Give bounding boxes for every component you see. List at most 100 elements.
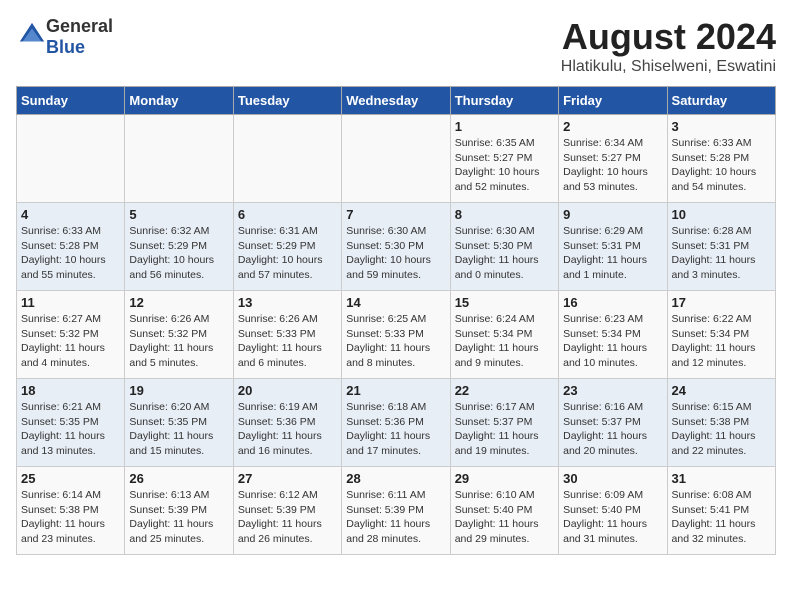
calendar-cell: 11 Sunrise: 6:27 AM Sunset: 5:32 PM Dayli…: [17, 291, 125, 379]
calendar-cell: 28 Sunrise: 6:11 AM Sunset: 5:39 PM Dayli…: [342, 467, 450, 555]
calendar-cell: 26 Sunrise: 6:13 AM Sunset: 5:39 PM Dayli…: [125, 467, 233, 555]
calendar-cell: 9 Sunrise: 6:29 AM Sunset: 5:31 PM Daylig…: [559, 203, 667, 291]
day-number: 10: [672, 207, 771, 222]
cell-info: Sunrise: 6:28 AM Sunset: 5:31 PM Dayligh…: [672, 224, 771, 283]
calendar-cell: 31 Sunrise: 6:08 AM Sunset: 5:41 PM Dayli…: [667, 467, 775, 555]
logo-icon: [18, 21, 46, 49]
weekday-header-friday: Friday: [559, 87, 667, 115]
day-number: 18: [21, 383, 120, 398]
cell-info: Sunrise: 6:15 AM Sunset: 5:38 PM Dayligh…: [672, 400, 771, 459]
cell-info: Sunrise: 6:14 AM Sunset: 5:38 PM Dayligh…: [21, 488, 120, 547]
logo: General Blue: [16, 16, 113, 58]
calendar-cell: 21 Sunrise: 6:18 AM Sunset: 5:36 PM Dayli…: [342, 379, 450, 467]
cell-info: Sunrise: 6:08 AM Sunset: 5:41 PM Dayligh…: [672, 488, 771, 547]
cell-info: Sunrise: 6:32 AM Sunset: 5:29 PM Dayligh…: [129, 224, 228, 283]
calendar-cell: 18 Sunrise: 6:21 AM Sunset: 5:35 PM Dayli…: [17, 379, 125, 467]
calendar-cell: [125, 115, 233, 203]
calendar-cell: 10 Sunrise: 6:28 AM Sunset: 5:31 PM Dayli…: [667, 203, 775, 291]
weekday-header-sunday: Sunday: [17, 87, 125, 115]
calendar-cell: 19Sunrise: 6:20 AM Sunset: 5:35 PM Dayli…: [125, 379, 233, 467]
calendar-cell: 13Sunrise: 6:26 AM Sunset: 5:33 PM Dayli…: [233, 291, 341, 379]
day-number: 9: [563, 207, 662, 222]
calendar-cell: 25 Sunrise: 6:14 AM Sunset: 5:38 PM Dayli…: [17, 467, 125, 555]
cell-info: Sunrise: 6:35 AM Sunset: 5:27 PM Dayligh…: [455, 136, 554, 195]
day-number: 15: [455, 295, 554, 310]
day-number: 6: [238, 207, 337, 222]
calendar-cell: 24 Sunrise: 6:15 AM Sunset: 5:38 PM Dayli…: [667, 379, 775, 467]
cell-info: Sunrise: 6:23 AM Sunset: 5:34 PM Dayligh…: [563, 312, 662, 371]
logo-general-text: General: [46, 16, 113, 36]
day-number: 20: [238, 383, 337, 398]
day-number: 4: [21, 207, 120, 222]
calendar-cell: [342, 115, 450, 203]
cell-info: Sunrise: 6:12 AM Sunset: 5:39 PM Dayligh…: [238, 488, 337, 547]
day-number: 8: [455, 207, 554, 222]
calendar-week-row: 4 Sunrise: 6:33 AM Sunset: 5:28 PM Daylig…: [17, 203, 776, 291]
day-number: 23: [563, 383, 662, 398]
calendar-cell: 1 Sunrise: 6:35 AM Sunset: 5:27 PM Daylig…: [450, 115, 558, 203]
day-number: 17: [672, 295, 771, 310]
calendar-cell: 20 Sunrise: 6:19 AM Sunset: 5:36 PM Dayli…: [233, 379, 341, 467]
day-number: 11: [21, 295, 120, 310]
calendar-cell: 23Sunrise: 6:16 AM Sunset: 5:37 PM Dayli…: [559, 379, 667, 467]
cell-info: Sunrise: 6:18 AM Sunset: 5:36 PM Dayligh…: [346, 400, 445, 459]
calendar-cell: 6 Sunrise: 6:31 AM Sunset: 5:29 PM Daylig…: [233, 203, 341, 291]
cell-info: Sunrise: 6:20 AM Sunset: 5:35 PM Dayligh…: [129, 400, 228, 459]
calendar-week-row: 11 Sunrise: 6:27 AM Sunset: 5:32 PM Dayli…: [17, 291, 776, 379]
cell-info: Sunrise: 6:31 AM Sunset: 5:29 PM Dayligh…: [238, 224, 337, 283]
day-number: 31: [672, 471, 771, 486]
day-number: 28: [346, 471, 445, 486]
calendar-cell: 29Sunrise: 6:10 AM Sunset: 5:40 PM Dayli…: [450, 467, 558, 555]
calendar-cell: 2Sunrise: 6:34 AM Sunset: 5:27 PM Daylig…: [559, 115, 667, 203]
calendar-week-row: 25 Sunrise: 6:14 AM Sunset: 5:38 PM Dayli…: [17, 467, 776, 555]
calendar-cell: [17, 115, 125, 203]
day-number: 27: [238, 471, 337, 486]
calendar-cell: [233, 115, 341, 203]
calendar-cell: 8Sunrise: 6:30 AM Sunset: 5:30 PM Daylig…: [450, 203, 558, 291]
cell-info: Sunrise: 6:13 AM Sunset: 5:39 PM Dayligh…: [129, 488, 228, 547]
day-number: 5: [129, 207, 228, 222]
cell-info: Sunrise: 6:34 AM Sunset: 5:27 PM Dayligh…: [563, 136, 662, 195]
calendar-cell: 15 Sunrise: 6:24 AM Sunset: 5:34 PM Dayli…: [450, 291, 558, 379]
weekday-header-row: SundayMondayTuesdayWednesdayThursdayFrid…: [17, 87, 776, 115]
calendar-cell: 5 Sunrise: 6:32 AM Sunset: 5:29 PM Daylig…: [125, 203, 233, 291]
day-number: 24: [672, 383, 771, 398]
calendar-cell: 14Sunrise: 6:25 AM Sunset: 5:33 PM Dayli…: [342, 291, 450, 379]
calendar-cell: 12Sunrise: 6:26 AM Sunset: 5:32 PM Dayli…: [125, 291, 233, 379]
calendar-table: SundayMondayTuesdayWednesdayThursdayFrid…: [16, 86, 776, 555]
calendar-cell: 16 Sunrise: 6:23 AM Sunset: 5:34 PM Dayli…: [559, 291, 667, 379]
calendar-cell: 3Sunrise: 6:33 AM Sunset: 5:28 PM Daylig…: [667, 115, 775, 203]
weekday-header-tuesday: Tuesday: [233, 87, 341, 115]
day-number: 13: [238, 295, 337, 310]
cell-info: Sunrise: 6:19 AM Sunset: 5:36 PM Dayligh…: [238, 400, 337, 459]
page-header: General Blue August 2024 Hlatikulu, Shis…: [16, 16, 776, 76]
day-number: 26: [129, 471, 228, 486]
day-number: 14: [346, 295, 445, 310]
title-block: August 2024 Hlatikulu, Shiselweni, Eswat…: [561, 16, 776, 76]
day-number: 1: [455, 119, 554, 134]
calendar-week-row: 1 Sunrise: 6:35 AM Sunset: 5:27 PM Daylig…: [17, 115, 776, 203]
cell-info: Sunrise: 6:22 AM Sunset: 5:34 PM Dayligh…: [672, 312, 771, 371]
cell-info: Sunrise: 6:29 AM Sunset: 5:31 PM Dayligh…: [563, 224, 662, 283]
cell-info: Sunrise: 6:21 AM Sunset: 5:35 PM Dayligh…: [21, 400, 120, 459]
day-number: 16: [563, 295, 662, 310]
cell-info: Sunrise: 6:24 AM Sunset: 5:34 PM Dayligh…: [455, 312, 554, 371]
weekday-header-saturday: Saturday: [667, 87, 775, 115]
cell-info: Sunrise: 6:09 AM Sunset: 5:40 PM Dayligh…: [563, 488, 662, 547]
cell-info: Sunrise: 6:17 AM Sunset: 5:37 PM Dayligh…: [455, 400, 554, 459]
calendar-cell: 30Sunrise: 6:09 AM Sunset: 5:40 PM Dayli…: [559, 467, 667, 555]
calendar-cell: 22 Sunrise: 6:17 AM Sunset: 5:37 PM Dayli…: [450, 379, 558, 467]
cell-info: Sunrise: 6:33 AM Sunset: 5:28 PM Dayligh…: [21, 224, 120, 283]
calendar-cell: 4 Sunrise: 6:33 AM Sunset: 5:28 PM Daylig…: [17, 203, 125, 291]
cell-info: Sunrise: 6:33 AM Sunset: 5:28 PM Dayligh…: [672, 136, 771, 195]
day-number: 22: [455, 383, 554, 398]
cell-info: Sunrise: 6:27 AM Sunset: 5:32 PM Dayligh…: [21, 312, 120, 371]
day-number: 29: [455, 471, 554, 486]
cell-info: Sunrise: 6:11 AM Sunset: 5:39 PM Dayligh…: [346, 488, 445, 547]
day-number: 25: [21, 471, 120, 486]
calendar-cell: 7Sunrise: 6:30 AM Sunset: 5:30 PM Daylig…: [342, 203, 450, 291]
day-number: 12: [129, 295, 228, 310]
calendar-subtitle: Hlatikulu, Shiselweni, Eswatini: [561, 58, 776, 76]
day-number: 21: [346, 383, 445, 398]
logo-blue-text: Blue: [46, 37, 85, 57]
